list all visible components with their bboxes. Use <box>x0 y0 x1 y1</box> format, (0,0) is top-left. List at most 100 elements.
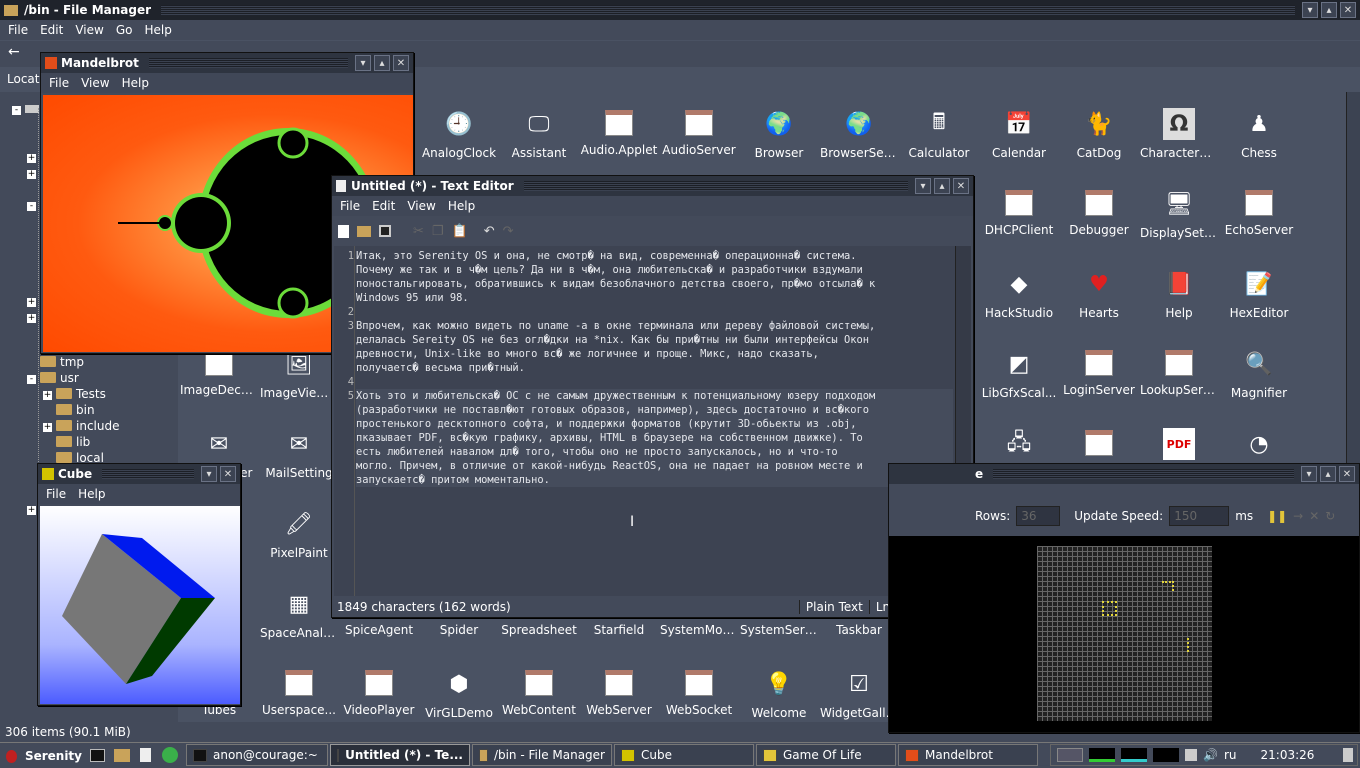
close-button[interactable]: ✕ <box>393 55 409 71</box>
task-file-manager[interactable]: /bin - File Manager <box>472 744 612 766</box>
menu-help[interactable]: Help <box>72 487 111 501</box>
file-tile[interactable]: ◩ LibGfxScal... <box>978 344 1060 424</box>
syntax-mode[interactable]: Plain Text <box>798 600 869 614</box>
close-button[interactable]: ✕ <box>220 466 236 482</box>
menu-edit[interactable]: Edit <box>366 199 401 213</box>
tree-expander[interactable]: + <box>27 166 40 180</box>
task-text-editor[interactable]: Untitled (*) - Te... <box>330 744 470 766</box>
menu-help[interactable]: Help <box>116 76 155 90</box>
start-button[interactable]: Serenity <box>2 745 82 767</box>
notification-icon[interactable] <box>1343 748 1353 762</box>
redo-icon[interactable]: ↷ <box>503 224 514 239</box>
clear-icon[interactable]: ✕ <box>1309 509 1319 523</box>
menu-edit[interactable]: Edit <box>34 23 69 37</box>
file-tile[interactable]: Ω CharacterMap <box>1138 104 1220 184</box>
tree-item-include[interactable]: + include <box>27 418 119 434</box>
close-button[interactable]: ✕ <box>1339 466 1355 482</box>
rows-spinbox[interactable]: 36 <box>1016 506 1061 526</box>
menu-help[interactable]: Help <box>138 23 177 37</box>
tree-item-tests[interactable]: + Tests <box>27 386 119 402</box>
maximize-button[interactable]: ▴ <box>1321 2 1337 18</box>
menu-file[interactable]: File <box>43 76 75 90</box>
minimize-button[interactable]: ▾ <box>1301 466 1317 482</box>
tree-expander[interactable]: - <box>27 198 40 212</box>
minimize-button[interactable]: ▾ <box>201 466 217 482</box>
text-editor-content[interactable]: 1 2 3 4 5 Итак, это Serenity OS и она, не см… <box>334 246 971 596</box>
menu-file[interactable]: File <box>334 199 366 213</box>
text-editor-titlebar[interactable]: Untitled (*) - Text Editor ▾ ▴ ✕ <box>332 176 973 196</box>
keyboard-layout[interactable]: ru <box>1224 748 1237 762</box>
step-icon[interactable]: → <box>1293 509 1303 523</box>
file-tile[interactable]: EchoServer <box>1218 184 1300 264</box>
menu-help[interactable]: Help <box>442 199 481 213</box>
task-terminal[interactable]: anon@courage:~ <box>186 744 328 766</box>
file-tile[interactable]: DHCPClient <box>978 184 1060 264</box>
file-tile[interactable]: ◆ HackStudio <box>978 264 1060 344</box>
file-tile[interactable]: ✉ MailSetting <box>258 424 340 504</box>
workspace-switcher-icon[interactable] <box>1057 748 1083 762</box>
file-tile[interactable]: 🖥 DisplaySett... <box>1138 184 1220 264</box>
file-tile[interactable]: 📕 Help <box>1138 264 1220 344</box>
open-folder-icon[interactable] <box>357 225 371 237</box>
paste-icon[interactable]: 📋 <box>452 224 468 239</box>
menu-view[interactable]: View <box>69 23 109 37</box>
file-tile[interactable]: Debugger <box>1058 184 1140 264</box>
minimize-button[interactable]: ▾ <box>355 55 371 71</box>
tree-expander[interactable]: + <box>27 310 40 324</box>
copy-icon[interactable]: ❐ <box>432 224 444 239</box>
cube-canvas[interactable] <box>40 506 240 704</box>
menu-go[interactable]: Go <box>110 23 139 37</box>
file-tile[interactable]: 🖩 Calculator <box>898 104 980 184</box>
tree-item-usr[interactable]: - usr <box>27 370 119 386</box>
cube-titlebar[interactable]: Cube ▾ ✕ <box>38 464 240 484</box>
file-tile[interactable]: LookupServer <box>1138 344 1220 424</box>
undo-icon[interactable]: ↶ <box>484 224 495 239</box>
update-speed-spinbox[interactable]: 150 <box>1169 506 1230 526</box>
file-tile[interactable]: ♟ Chess <box>1218 104 1300 184</box>
file-manager-quicklaunch-icon[interactable] <box>114 749 130 762</box>
file-tile[interactable]: AudioServer <box>658 104 740 184</box>
audio-icon[interactable]: 🔊 <box>1203 748 1218 762</box>
maximize-button[interactable]: ▴ <box>1320 466 1336 482</box>
menu-view[interactable]: View <box>75 76 115 90</box>
minimize-button[interactable]: ▾ <box>1302 2 1318 18</box>
tree-expander[interactable]: + <box>27 294 40 308</box>
file-tile[interactable]: Audio.Applet <box>578 104 660 184</box>
cut-icon[interactable]: ✂ <box>413 224 424 239</box>
close-button[interactable]: ✕ <box>1340 2 1356 18</box>
file-manager-titlebar[interactable]: /bin - File Manager ▾ ▴ ✕ <box>0 0 1360 20</box>
file-tile[interactable]: 🌍 BrowserSett... <box>818 104 900 184</box>
file-tile[interactable]: ImageDecoder <box>178 344 260 424</box>
tree-item-bin[interactable]: +bin <box>27 402 119 418</box>
task-game-of-life[interactable]: Game Of Life <box>756 744 896 766</box>
menu-view[interactable]: View <box>401 199 441 213</box>
mandelbrot-titlebar[interactable]: Mandelbrot ▾ ▴ ✕ <box>41 53 413 73</box>
file-tile[interactable]: 🖼 ImageViewer <box>258 344 340 424</box>
menu-file[interactable]: File <box>40 487 72 501</box>
file-tile[interactable]: 🔍 Magnifier <box>1218 344 1300 424</box>
file-tile[interactable]: 🕘 AnalogClock <box>418 104 500 184</box>
browser-quicklaunch-icon[interactable] <box>162 747 178 763</box>
file-tile[interactable]: ▦ SpaceAnalyzer <box>258 584 340 664</box>
maximize-button[interactable]: ▴ <box>934 178 950 194</box>
text-editor-quicklaunch-icon[interactable] <box>140 748 151 762</box>
minimize-button[interactable]: ▾ <box>915 178 931 194</box>
file-tile[interactable]: 🐈 CatDog <box>1058 104 1140 184</box>
file-tile[interactable]: 🖍 PixelPaint <box>258 504 340 584</box>
randomize-icon[interactable]: ↻ <box>1325 509 1335 523</box>
clock[interactable]: 21:03:26 <box>1261 748 1315 762</box>
file-tile[interactable]: 🌍 Browser <box>738 104 820 184</box>
tree-item-tmp[interactable]: +tmp <box>27 354 119 370</box>
file-tile[interactable]: 🖵 Assistant <box>498 104 580 184</box>
file-tile[interactable]: 📅 Calendar <box>978 104 1060 184</box>
new-file-icon[interactable] <box>338 224 349 238</box>
pause-button[interactable]: ❚❚ <box>1267 506 1287 526</box>
maximize-button[interactable]: ▴ <box>374 55 390 71</box>
task-cube[interactable]: Cube <box>614 744 754 766</box>
task-mandelbrot[interactable]: Mandelbrot <box>898 744 1038 766</box>
game-of-life-board[interactable] <box>1037 546 1212 721</box>
file-tile[interactable]: ♥ Hearts <box>1058 264 1140 344</box>
terminal-quicklaunch-icon[interactable] <box>90 749 105 762</box>
file-tile[interactable]: LoginServer <box>1058 344 1140 424</box>
save-icon[interactable] <box>379 225 391 237</box>
